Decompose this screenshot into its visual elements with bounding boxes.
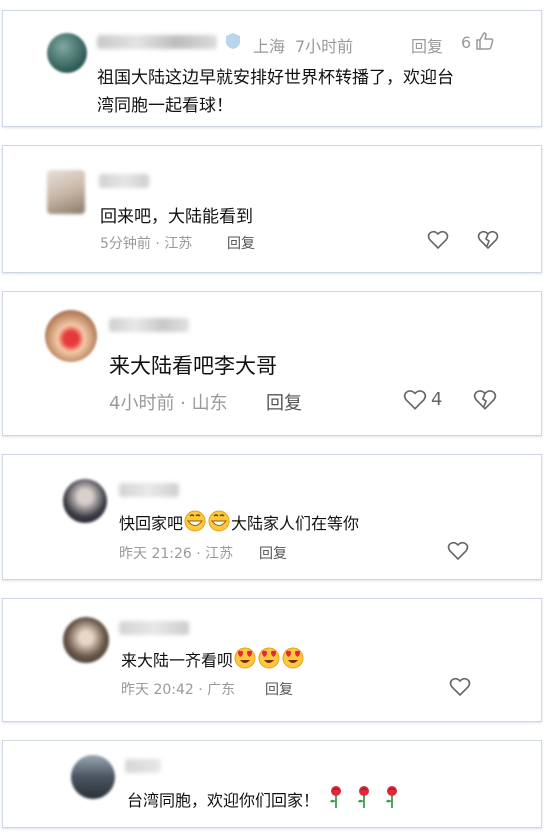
- grin-emoji: [183, 510, 207, 536]
- reply-button[interactable]: 回复: [259, 543, 287, 563]
- avatar[interactable]: [47, 33, 87, 73]
- reply-button[interactable]: 回复: [411, 33, 443, 57]
- comment-text: 台湾同胞，欢迎你们回家！: [127, 785, 403, 813]
- username-blurred[interactable]: [119, 483, 179, 497]
- avatar[interactable]: [63, 617, 109, 663]
- heart-eyes-emoji: [281, 647, 305, 673]
- broken-heart-icon[interactable]: [473, 389, 497, 411]
- comment-text: 来大陆一齐看呗: [121, 647, 305, 673]
- rose-emoji: [325, 785, 347, 813]
- like-count: 4: [431, 389, 443, 410]
- comment-card-5: 来大陆一齐看呗 昨天 20:42 · 广东 回复: [2, 598, 542, 722]
- comment-meta: 昨天 20:42 · 广东: [121, 682, 236, 698]
- heart-icon[interactable]: [427, 230, 449, 250]
- comment-text: 来大陆看吧李大哥: [109, 354, 277, 378]
- avatar[interactable]: [45, 310, 97, 362]
- username-blurred[interactable]: [119, 621, 189, 635]
- comment-text-part: 来大陆一齐看呗: [121, 651, 234, 670]
- username-blurred[interactable]: [97, 35, 217, 49]
- comment-meta: 5分钟前 · 江苏: [100, 236, 193, 252]
- comment-text: 快回家吧 大陆家人们在等你: [119, 510, 359, 536]
- username-blurred[interactable]: [125, 759, 161, 773]
- broken-heart-icon[interactable]: [477, 230, 499, 250]
- comment-card-1: 上海 7小时前 回复 6 祖国大陆这边早就安排好世界杯转播了，欢迎台 湾同胞一起…: [2, 10, 542, 127]
- verified-badge-icon: [225, 32, 241, 50]
- comment-text-part-2: 大陆家人们在等你: [231, 514, 360, 533]
- comment-meta: 4小时前 · 山东: [109, 393, 228, 414]
- avatar[interactable]: [71, 755, 115, 799]
- comment-text-line-2: 湾同胞一起看球！: [97, 96, 233, 116]
- comment-card-4: 快回家吧 大陆家人们在等你 昨天 21:26 · 江苏 回复: [2, 454, 542, 580]
- avatar[interactable]: [63, 479, 107, 523]
- heart-icon[interactable]: [449, 677, 471, 697]
- reply-button[interactable]: 回复: [265, 679, 293, 699]
- grin-emoji: [207, 510, 231, 536]
- like-count: 6: [461, 33, 472, 52]
- comment-location: 上海: [253, 37, 286, 56]
- reply-button[interactable]: 回复: [266, 389, 302, 415]
- comment-card-6: 台湾同胞，欢迎你们回家！: [2, 740, 542, 828]
- username-blurred[interactable]: [99, 174, 149, 188]
- comment-text-line-1: 祖国大陆这边早就安排好世界杯转播了，欢迎台: [97, 68, 454, 88]
- rose-emoji: [353, 785, 375, 813]
- heart-eyes-emoji: [257, 647, 281, 673]
- comment-text-part: 台湾同胞，欢迎你们回家！: [127, 791, 320, 810]
- heart-icon[interactable]: [447, 541, 469, 561]
- rose-emoji: [381, 785, 403, 813]
- heart-icon[interactable]: [403, 389, 427, 411]
- thumbs-up-icon[interactable]: [475, 31, 495, 51]
- avatar[interactable]: [47, 170, 85, 214]
- comment-text-part-1: 快回家吧: [119, 514, 184, 533]
- username-blurred[interactable]: [109, 318, 189, 332]
- heart-eyes-emoji: [233, 647, 257, 673]
- comment-meta: 昨天 21:26 · 江苏: [119, 546, 234, 562]
- reply-button[interactable]: 回复: [227, 233, 255, 253]
- comment-time: 7小时前: [295, 37, 354, 56]
- comment-card-3: 来大陆看吧李大哥 4小时前 · 山东 回复 4: [2, 291, 542, 436]
- comment-text: 回来吧，大陆能看到: [100, 207, 253, 227]
- comment-card-2: 回来吧，大陆能看到 5分钟前 · 江苏 回复: [2, 145, 542, 273]
